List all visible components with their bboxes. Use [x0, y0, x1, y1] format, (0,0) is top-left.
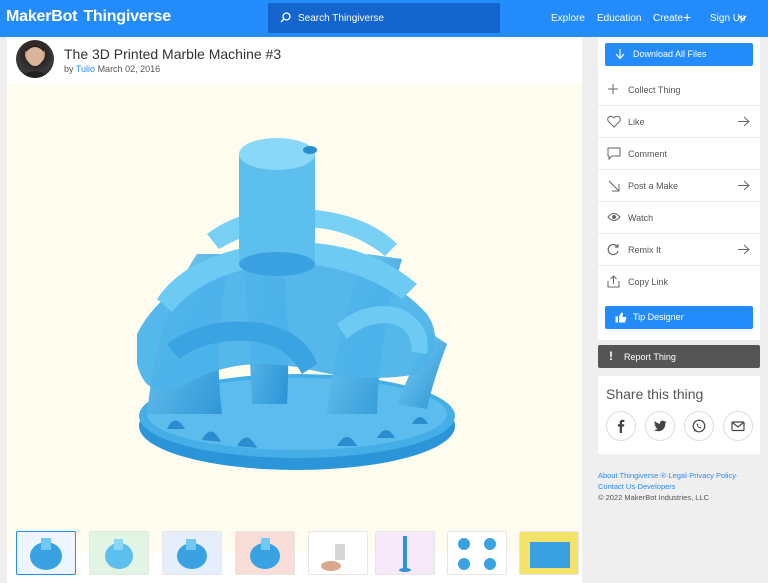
footer-about-legal-privacy[interactable]: About Thingiverse ®·Legal·Privacy Policy… — [598, 470, 738, 481]
eye-icon — [607, 213, 621, 221]
download-label: Download All Files — [633, 49, 707, 59]
remix-it-button[interactable]: Remix It — [598, 234, 760, 266]
remix-icon — [607, 243, 619, 256]
whatsapp-icon — [692, 419, 706, 433]
like-label: Like — [628, 117, 645, 127]
plus-icon[interactable]: + — [683, 10, 691, 24]
copy-link-label: Copy Link — [628, 277, 669, 287]
report-label: Report Thing — [624, 352, 676, 362]
copyright-text: © 2022 MakerBot Industries, LLC — [598, 493, 709, 502]
whatsapp-button[interactable] — [684, 411, 714, 441]
thumbnail-3[interactable] — [162, 531, 222, 575]
top-navigation-bar: MakerBot Thingiverse Explore Education Cr… — [0, 0, 768, 37]
footer-contact-developers[interactable]: Contact Us·Developers — [598, 481, 738, 492]
comment-button[interactable]: Comment — [598, 138, 760, 170]
post-a-make-button[interactable]: Post a Make — [598, 170, 760, 202]
main-thing-image[interactable] — [7, 84, 582, 552]
copy-link-button[interactable]: Copy Link — [598, 266, 760, 298]
thumbs-up-icon — [615, 312, 627, 323]
thumbnail-4[interactable] — [235, 531, 295, 575]
report-thing-button[interactable]: ! Report Thing — [598, 345, 760, 368]
logo-thingiverse: Thingiverse — [83, 8, 171, 25]
facebook-icon — [617, 419, 625, 433]
watch-label: Watch — [628, 213, 654, 223]
thumbnail-2[interactable] — [89, 531, 149, 575]
byline: by Tulio March 02, 2016 — [64, 64, 160, 74]
search-input[interactable] — [298, 9, 488, 27]
collect-label: Collect Thing — [628, 85, 681, 95]
makerbot-thingiverse-logo[interactable]: MakerBot Thingiverse — [6, 8, 171, 26]
facebook-button[interactable] — [606, 411, 636, 441]
arrow-right-icon — [738, 116, 750, 127]
share-heading: Share this thing — [606, 386, 704, 402]
watch-button[interactable]: Watch — [598, 202, 760, 234]
make-icon — [608, 180, 620, 192]
tip-designer-button[interactable]: Tip Designer — [605, 306, 753, 329]
post-make-label: Post a Make — [628, 181, 679, 191]
nav-create[interactable]: Create — [653, 13, 683, 24]
thumbnail-6[interactable] — [375, 531, 435, 575]
thumbnail-5[interactable] — [308, 531, 368, 575]
comment-label: Comment — [628, 149, 668, 159]
remix-label: Remix It — [628, 245, 662, 255]
share-panel: Share this thing — [598, 376, 760, 454]
search-box[interactable] — [268, 3, 500, 33]
download-icon — [615, 49, 625, 60]
by-label: by — [64, 64, 74, 74]
thumbnail-1[interactable] — [16, 531, 76, 575]
thing-actions-panel: Download All Files Collect Thing Like Co… — [598, 37, 760, 340]
thing-title: The 3D Printed Marble Machine #3 — [64, 46, 282, 62]
nav-explore[interactable]: Explore — [551, 13, 585, 24]
tip-label: Tip Designer — [633, 312, 684, 322]
thumbnail-8[interactable] — [519, 531, 579, 575]
thumbnail-7[interactable] — [447, 531, 507, 575]
avatar[interactable] — [16, 40, 54, 78]
logo-makerbot: MakerBot — [6, 8, 78, 25]
share-upload-icon — [607, 275, 620, 288]
download-all-files-button[interactable]: Download All Files — [605, 43, 753, 66]
author-link[interactable]: Tulio — [76, 64, 95, 74]
thumbnail-strip — [7, 525, 582, 583]
exclamation-icon: ! — [609, 349, 613, 363]
comment-icon — [607, 147, 621, 160]
publish-date: March 02, 2016 — [97, 64, 161, 74]
marble-machine-image — [137, 138, 455, 470]
search-icon — [280, 12, 291, 23]
twitter-button[interactable] — [645, 411, 675, 441]
mail-icon — [731, 421, 745, 432]
thing-content: The 3D Printed Marble Machine #3 by Tuli… — [7, 37, 582, 583]
plus-icon — [608, 84, 618, 94]
chevron-down-icon[interactable] — [738, 13, 747, 22]
twitter-icon — [653, 420, 667, 432]
footer-links: About Thingiverse ®·Legal·Privacy Policy… — [598, 470, 738, 503]
heart-icon — [607, 115, 621, 128]
like-button[interactable]: Like — [598, 106, 760, 138]
nav-education[interactable]: Education — [597, 13, 641, 24]
arrow-right-icon — [738, 180, 750, 191]
email-button[interactable] — [723, 411, 753, 441]
arrow-right-icon — [738, 244, 750, 255]
collect-thing-button[interactable]: Collect Thing — [598, 74, 760, 106]
